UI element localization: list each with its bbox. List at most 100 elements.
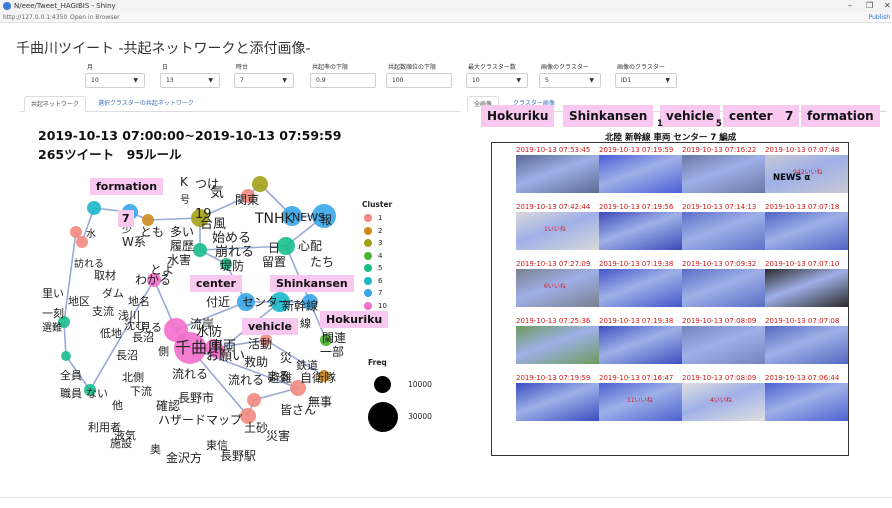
image-cell[interactable]: 2019-10-13 07:08:09 [682,317,765,364]
image-cell[interactable]: 2019-10-13 07:25:36 [516,317,599,364]
image-cell[interactable]: 2019-10-13 07:27:09 6いいね [516,260,599,307]
image-cell[interactable]: 2019-10-13 07:19:59 [599,146,682,193]
tweet-image-thumbnail[interactable] [682,155,765,193]
network-word: 台風 [200,217,227,232]
network-word: 堤防 [220,259,245,273]
maximize-button[interactable]: ❐ [866,0,873,12]
right-number-1: 1 [657,119,663,129]
network-word: 里い [42,287,64,300]
right-label-seven: 7 [779,105,800,127]
network-word: 流れる [228,373,265,387]
cluster-legend-label: 4 [378,251,383,260]
cooccurrence-rank-input[interactable]: 100 [386,73,452,88]
open-in-browser-button[interactable]: Open in Browser [70,12,120,23]
cluster-color-dot [364,214,372,222]
tweet-image-thumbnail[interactable] [765,269,848,307]
image-like-count: 4いいね [710,397,732,404]
network-word: 全員 [60,369,82,382]
minimize-button[interactable]: – [848,0,852,12]
network-node [193,243,207,257]
tweet-image-thumbnail[interactable] [599,269,682,307]
image-cluster-id-select[interactable]: ID1 ▼ [615,73,677,88]
chevron-down-icon: ▼ [133,77,138,84]
tweet-image-thumbnail[interactable]: 1いいね [516,212,599,250]
image-like-count: 6いいね [544,283,566,290]
tweet-image-thumbnail[interactable] [765,212,848,250]
network-word: 始める [212,231,252,246]
tab-selected-cluster-network[interactable]: 選択クラスターの共起ネットワーク [92,96,200,112]
image-cell[interactable]: 2019-10-13 07:19:59 [516,374,599,421]
select-value: ID1 [621,77,632,84]
address-bar: http://127.0.0.1:4350 Open in Browser Pu… [0,12,892,23]
image-cell[interactable]: 2019-10-13 07:19:38 [599,260,682,307]
publish-button[interactable]: Publish [869,12,890,23]
network-word: 職員 [60,387,82,400]
image-cell[interactable]: 2019-10-13 07:19:56 [599,203,682,250]
image-cell[interactable]: 2019-10-13 07:07:08 [765,317,848,364]
tweet-image-thumbnail[interactable]: 4いいね [682,383,765,421]
day-select[interactable]: 13 ▼ [160,73,220,88]
network-word: ない [86,387,108,400]
tweet-image-thumbnail[interactable] [516,326,599,364]
image-timestamp: 2019-10-13 07:14:13 [682,203,765,212]
image-timestamp: 2019-10-13 07:07:48 [765,146,848,155]
network-word: 留置 [262,255,287,269]
tweet-image-thumbnail[interactable]: 6いいね [516,269,599,307]
network-word: 支流 [92,305,114,318]
filter-image-cluster-id: 画像のクラスター ID1 ▼ [615,62,677,88]
image-cell[interactable]: 2019-10-13 07:08:09 4いいね [682,374,765,421]
filter-hour: 時台 7 ▼ [234,62,294,88]
image-cell[interactable]: 2019-10-13 07:42:44 1いいね [516,203,599,250]
input-value: 100 [392,77,404,84]
tweet-image-thumbnail[interactable] [516,383,599,421]
tweet-image-thumbnail[interactable]: 942いいね NEWS α [765,155,848,193]
cluster-legend-label: 5 [378,264,383,272]
close-button[interactable]: ✕ [884,0,891,12]
image-cell[interactable]: 2019-10-13 07:07:18 [765,203,848,250]
cooccurrence-rate-input[interactable]: 0.9 [310,73,376,88]
image-cluster-select[interactable]: 5 ▼ [539,73,601,88]
tweet-image-thumbnail[interactable] [765,326,848,364]
tweet-image-thumbnail[interactable]: 11いいね [599,383,682,421]
network-node [247,393,261,407]
network-word: 長沼 [132,331,154,344]
app-window: N/eee/Tweet_HAGIBIS - Shiny – ❐ ✕ http:/… [0,0,892,508]
label-shinkansen: Shinkansen [270,275,354,292]
tweet-image-thumbnail[interactable] [682,326,765,364]
image-cell[interactable]: 2019-10-13 07:16:47 11いいね [599,374,682,421]
tweet-image-thumbnail[interactable] [682,269,765,307]
network-word: 一刻 [42,307,64,320]
filter-label: 最大クラスター数 [468,64,516,71]
tweet-image-thumbnail[interactable] [765,383,848,421]
image-cell[interactable]: 2019-10-13 07:19:38 [599,317,682,364]
image-timestamp: 2019-10-13 07:16:47 [599,374,682,383]
network-word: 金沢方 [166,451,203,465]
network-word: 自衛隊 [300,371,337,385]
max-clusters-select[interactable]: 10 ▼ [466,73,528,88]
tweet-image-thumbnail[interactable] [599,326,682,364]
image-cell[interactable]: 2019-10-13 07:07:10 [765,260,848,307]
tweet-image-thumbnail[interactable] [516,155,599,193]
image-cell[interactable]: 2019-10-13 07:14:13 [682,203,765,250]
filter-label: 時台 [236,64,249,71]
network-word: 土砂 [244,421,269,435]
network-heading: 2019-10-13 07:00:00~2019-10-13 07:59:59 [38,128,342,143]
image-cell[interactable]: 2019-10-13 07:09:32 [682,260,765,307]
image-timestamp: 2019-10-13 07:19:59 [516,374,599,383]
hour-select[interactable]: 7 ▼ [234,73,294,88]
network-word: 気 [210,185,224,201]
month-select[interactable]: 10 ▼ [85,73,145,88]
filter-month: 月 10 ▼ [85,62,145,88]
image-cell[interactable]: 2019-10-13 07:16:22 [682,146,765,193]
image-cell[interactable]: 2019-10-13 07:07:48 942いいね NEWS α [765,146,848,193]
network-word: 関連 [322,331,347,345]
tweet-image-thumbnail[interactable] [599,155,682,193]
address-url[interactable]: http://127.0.0.1:4350 [3,12,67,23]
freq-small-dot [374,376,391,393]
tweet-image-thumbnail[interactable] [599,212,682,250]
image-cell[interactable]: 2019-10-13 07:06:44 [765,374,848,421]
tweet-image-thumbnail[interactable] [682,212,765,250]
tab-network[interactable]: 共起ネットワーク [24,96,87,112]
network-word: 長沼 [116,349,138,362]
image-cell[interactable]: 2019-10-13 07:53:45 [516,146,599,193]
